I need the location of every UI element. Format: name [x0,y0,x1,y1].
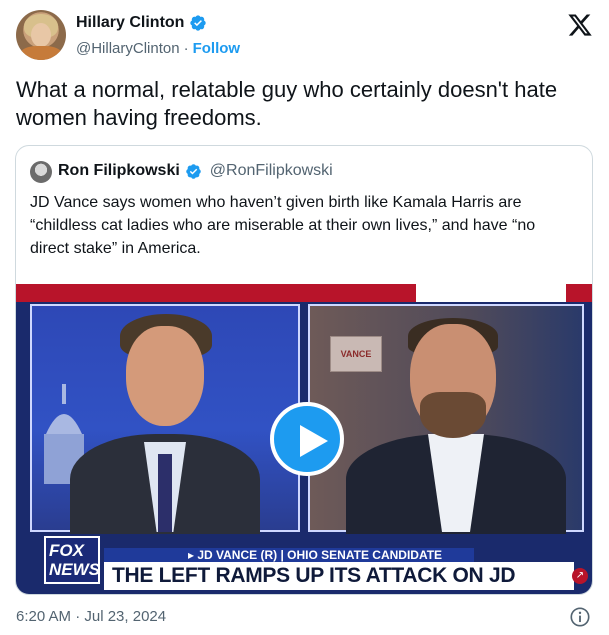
tweet-timestamp[interactable]: 6:20 AM · Jul 23, 2024 [16,608,166,625]
tweet-card: Hillary Clinton @HillaryClinton · Follow… [0,0,609,635]
author-avatar[interactable] [16,10,66,60]
quote-text: JD Vance says women who haven’t given bi… [30,194,536,257]
network-logo-line1: FOX [49,541,84,560]
quote-author-name[interactable]: Ron Filipkowski [58,162,180,180]
corner-badge-icon: ↗ [572,568,588,584]
quote-author-handle[interactable]: @RonFilipkowski [210,162,333,180]
quote-author-avatar[interactable] [30,161,52,183]
verified-badge-icon [186,163,201,179]
lower-third-headline: THE LEFT RAMPS UP ITS ATTACK ON JD VANCE [104,562,574,594]
play-button[interactable] [270,402,344,476]
quoted-tweet[interactable]: Ron Filipkowski @RonFilipkowski JD Vance… [15,145,593,595]
lower-third-subtitle: ▸ JD VANCE (R) | OHIO SENATE CANDIDATE [104,548,474,562]
author-name-row: Hillary Clinton [76,14,207,32]
author-handle-row: @HillaryClinton · Follow [76,40,240,57]
host-figure-head [126,326,204,426]
quote-author-row: Ron Filipkowski @RonFilipkowski [58,162,333,180]
host-figure-tie [158,454,172,532]
follow-button[interactable]: Follow [193,40,241,57]
video-top-bar-light [416,284,566,302]
tweet-text: What a normal, relatable guy who certain… [16,77,558,130]
avatar-face [31,23,51,47]
avatar-coat [20,46,62,60]
author-handle[interactable]: @HillaryClinton [76,40,180,57]
verified-badge-icon [190,15,207,31]
x-logo-icon[interactable] [566,12,594,38]
info-icon[interactable] [569,606,591,628]
campaign-sign: VANCE [330,336,382,372]
video-player[interactable]: VANCE FOX NEWS ▸ JD VANCE (R) | OHIO SEN… [16,284,592,594]
network-logo-line2: NEWS [49,560,100,579]
author-display-name[interactable]: Hillary Clinton [76,14,184,32]
network-logo: FOX NEWS [44,536,100,584]
handle-separator: · [183,40,189,57]
guest-figure-beard [420,392,486,438]
play-icon [300,425,328,457]
